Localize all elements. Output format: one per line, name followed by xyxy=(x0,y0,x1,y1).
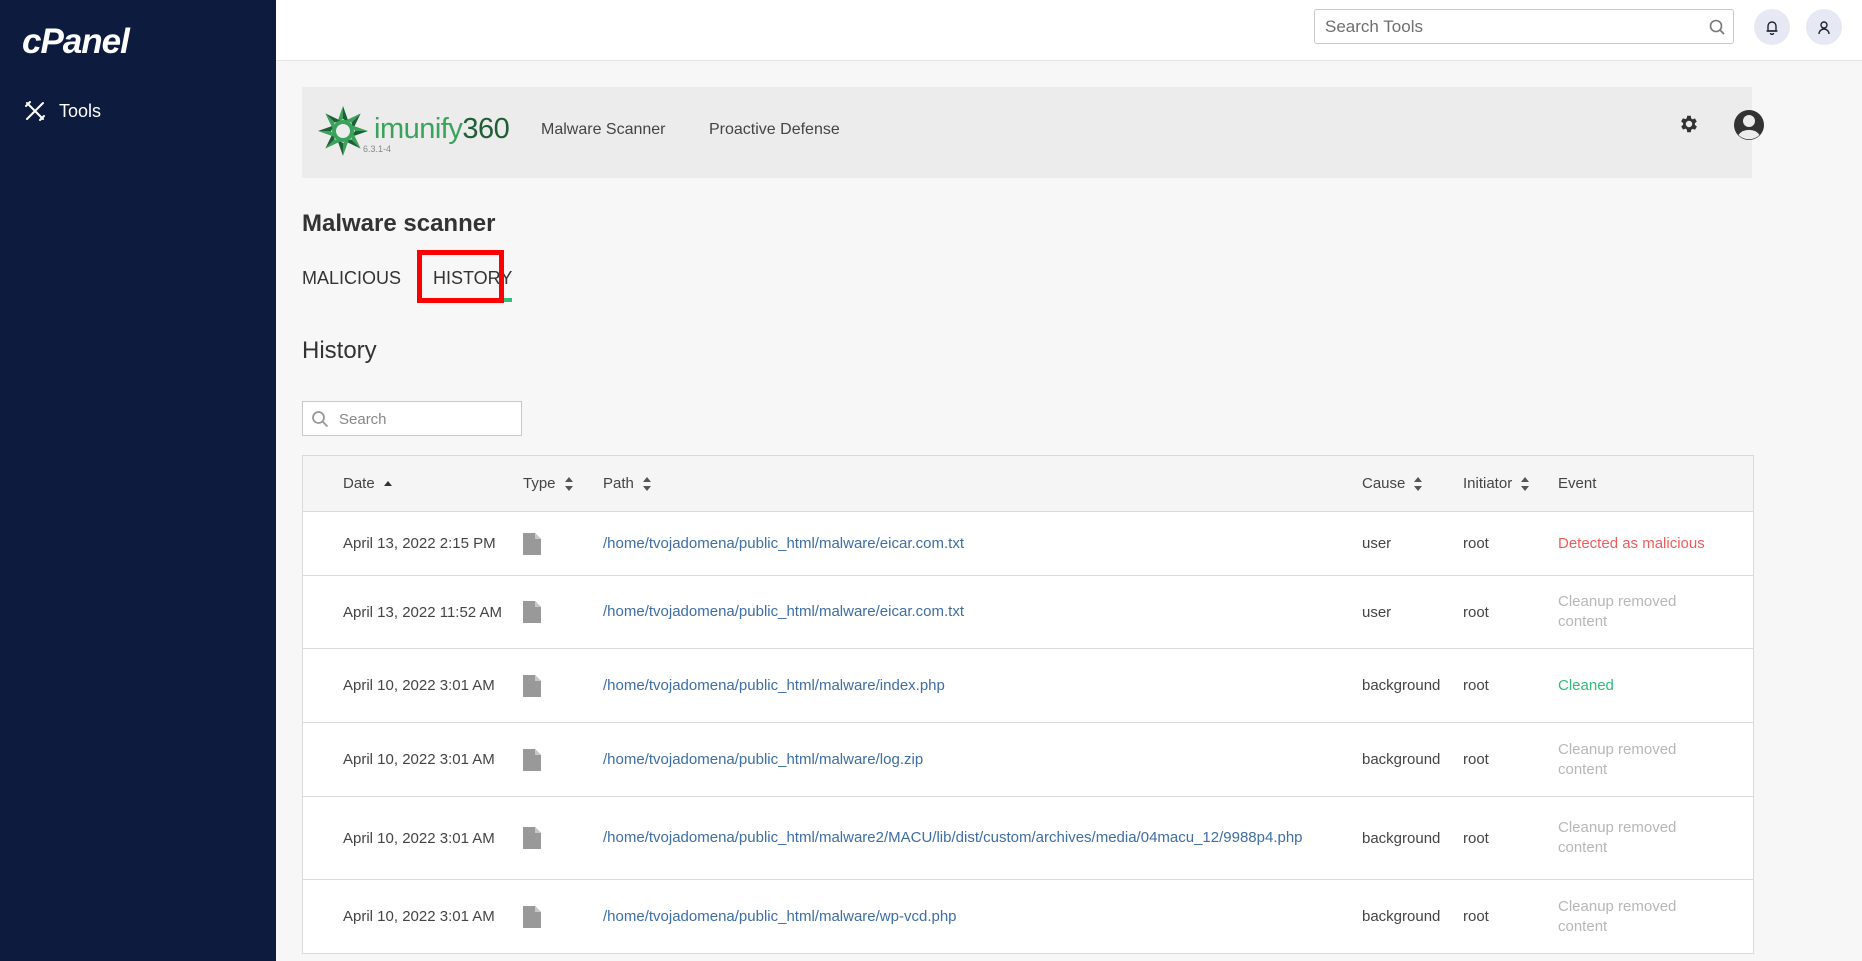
gear-icon[interactable] xyxy=(1678,113,1700,135)
sort-ascending-icon xyxy=(383,480,392,486)
row-date: April 10, 2022 3:01 AM xyxy=(343,751,495,768)
row-type xyxy=(523,797,541,879)
file-icon xyxy=(523,601,541,623)
row-type xyxy=(523,649,541,722)
row-initiator: root xyxy=(1463,603,1489,621)
column-header-event: Event xyxy=(1558,475,1597,492)
history-table: Date Type Path Cause Initiator Event Apr… xyxy=(302,455,1754,954)
row-type xyxy=(523,723,541,796)
table-row[interactable]: April 10, 2022 3:01 AM /home/tvojadomena… xyxy=(303,723,1753,797)
row-path-link[interactable]: /home/tvojadomena/public_html/malware/ei… xyxy=(603,512,1303,575)
nav-proactive-defense[interactable]: Proactive Defense xyxy=(709,121,840,139)
table-row[interactable]: April 13, 2022 2:15 PM /home/tvojadomena… xyxy=(303,512,1753,576)
file-icon xyxy=(523,827,541,849)
search-icon xyxy=(312,411,329,428)
column-header-path[interactable]: Path xyxy=(603,475,652,492)
table-header: Date Type Path Cause Initiator Event xyxy=(303,456,1753,512)
row-initiator: root xyxy=(1463,908,1489,925)
row-type xyxy=(523,880,541,953)
table-row[interactable]: April 10, 2022 3:01 AM /home/tvojadomena… xyxy=(303,797,1753,880)
row-date: April 10, 2022 3:01 AM xyxy=(343,677,495,694)
row-date: April 13, 2022 11:52 AM xyxy=(343,603,502,621)
notifications-button[interactable] xyxy=(1754,9,1790,45)
sort-icon xyxy=(642,476,651,491)
column-header-type[interactable]: Type xyxy=(523,475,574,492)
row-cause: background xyxy=(1362,677,1441,694)
history-search-box xyxy=(302,401,522,437)
row-event: Cleanup removed content xyxy=(1558,593,1677,630)
top-bar xyxy=(276,0,1862,61)
row-cause: user xyxy=(1362,535,1392,552)
row-initiator: root xyxy=(1463,751,1489,768)
main-content: imunify360 6.3.1-4 Malware Scanner Proac… xyxy=(276,61,1862,961)
column-header-date[interactable]: Date xyxy=(343,475,393,492)
table-row[interactable]: April 13, 2022 11:52 AM /home/tvojadomen… xyxy=(303,576,1753,649)
row-type xyxy=(523,512,541,575)
row-event: Cleanup removed content xyxy=(1558,740,1677,778)
row-event: Cleanup removed content xyxy=(1558,819,1677,856)
row-date: April 10, 2022 3:01 AM xyxy=(343,908,495,925)
sidebar: cPanel Tools xyxy=(0,0,276,961)
row-event: Detected as malicious xyxy=(1558,534,1705,552)
row-path-link[interactable]: /home/tvojadomena/public_html/malware/ei… xyxy=(603,576,1303,648)
file-icon xyxy=(523,748,541,771)
imunify-version: 6.3.1-4 xyxy=(363,144,392,154)
nav-malware-scanner[interactable]: Malware Scanner xyxy=(541,121,666,139)
row-event: Cleanup removed content xyxy=(1558,897,1677,935)
history-search-input[interactable] xyxy=(337,402,519,437)
page-title: Malware scanner xyxy=(302,210,496,237)
table-row[interactable]: April 10, 2022 3:01 AM /home/tvojadomena… xyxy=(303,880,1753,954)
sidebar-item-label: Tools xyxy=(59,100,102,121)
imunify-logo[interactable]: imunify360 xyxy=(318,105,510,157)
account-avatar-icon[interactable] xyxy=(1733,109,1765,141)
file-icon xyxy=(523,532,541,555)
table-row[interactable]: April 10, 2022 3:01 AM /home/tvojadomena… xyxy=(303,649,1753,723)
imunify-header: imunify360 6.3.1-4 Malware Scanner Proac… xyxy=(302,87,1764,178)
row-path-link[interactable]: /home/tvojadomena/public_html/malware/in… xyxy=(603,649,1303,722)
row-cause: user xyxy=(1362,603,1392,621)
column-header-initiator[interactable]: Initiator xyxy=(1463,475,1530,492)
cpanel-logo[interactable]: cPanel xyxy=(22,22,130,62)
bell-icon xyxy=(1766,20,1778,35)
row-date: April 10, 2022 3:01 AM xyxy=(343,829,495,847)
row-date: April 13, 2022 2:15 PM xyxy=(343,535,496,552)
file-icon xyxy=(523,905,541,928)
row-path-link[interactable]: /home/tvojadomena/public_html/malware2/M… xyxy=(603,797,1303,879)
column-header-cause[interactable]: Cause xyxy=(1362,475,1423,492)
highlight-box xyxy=(417,250,504,303)
search-tools-input[interactable] xyxy=(1315,10,1695,43)
imunify-star-icon xyxy=(318,106,368,156)
row-path-link[interactable]: /home/tvojadomena/public_html/malware/wp… xyxy=(603,880,1303,953)
sort-icon xyxy=(1414,476,1423,491)
row-type xyxy=(523,576,541,648)
user-icon xyxy=(1818,20,1830,34)
row-initiator: root xyxy=(1463,829,1489,847)
tab-malicious[interactable]: MALICIOUS xyxy=(302,268,401,289)
row-cause: background xyxy=(1362,908,1441,925)
row-path-link[interactable]: /home/tvojadomena/public_html/malware/lo… xyxy=(603,723,1303,796)
sort-icon xyxy=(564,476,573,491)
row-cause: background xyxy=(1362,829,1441,847)
sidebar-item-tools[interactable]: Tools xyxy=(24,96,101,126)
file-icon xyxy=(523,674,541,697)
sort-icon xyxy=(1521,476,1530,491)
row-initiator: root xyxy=(1463,535,1489,552)
user-menu-button[interactable] xyxy=(1806,9,1842,45)
row-event: Cleaned xyxy=(1558,676,1614,694)
row-initiator: root xyxy=(1463,677,1489,694)
tools-icon xyxy=(25,101,45,121)
section-title: History xyxy=(302,337,377,364)
row-cause: background xyxy=(1362,751,1441,768)
search-icon[interactable] xyxy=(1709,19,1725,35)
imunify-wordmark: imunify360 xyxy=(374,113,510,145)
search-tools-box xyxy=(1314,9,1734,44)
